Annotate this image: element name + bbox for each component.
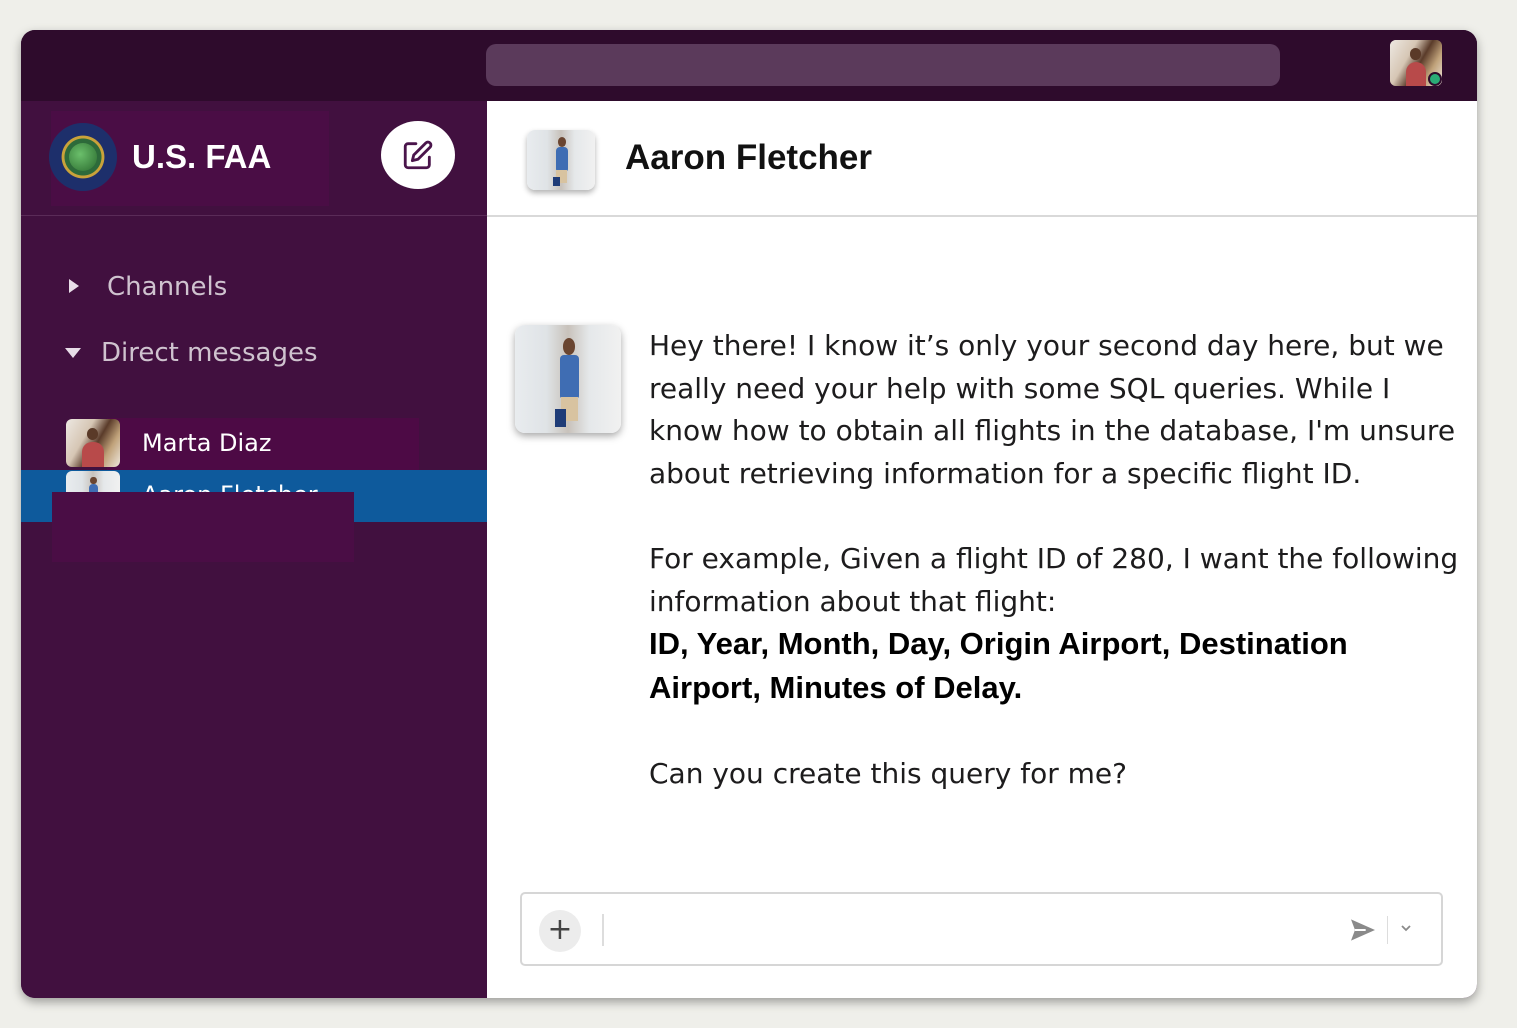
chat-pane: Aaron Fletcher Hey there! I know it’s on…: [487, 101, 1477, 998]
avatar: [66, 419, 120, 467]
compose-button[interactable]: [381, 121, 455, 189]
message-body: Hey there! I know it’s only your second …: [649, 325, 1461, 796]
message-paragraph: Hey there! I know it’s only your second …: [649, 329, 1456, 490]
sidebar: U.S. FAA Channels Direct messages Marta …: [21, 101, 487, 998]
top-bar: [21, 30, 1477, 101]
add-attachment-button[interactable]: +: [539, 910, 581, 952]
message-paragraph: Can you create this query for me?: [649, 756, 1127, 790]
caret-right-icon: [69, 279, 79, 293]
channels-label: Channels: [107, 272, 228, 302]
message-paragraph: For example, Given a flight ID of 280, I…: [649, 541, 1459, 618]
chat-header: Aaron Fletcher: [487, 101, 1477, 217]
presence-indicator: [1428, 72, 1442, 86]
message-input[interactable]: [618, 912, 1318, 948]
dm-name: Marta Diaz: [142, 429, 272, 457]
message-bold-fields: ID, Year, Month, Day, Origin Airport, De…: [649, 626, 1348, 705]
direct-messages-label: Direct messages: [101, 338, 318, 368]
compose-icon: [403, 140, 433, 170]
search-bar[interactable]: [486, 44, 1280, 86]
message-composer[interactable]: +: [520, 892, 1443, 966]
direct-messages-section[interactable]: Direct messages: [65, 335, 365, 375]
send-icon[interactable]: [1347, 914, 1379, 946]
app-window: U.S. FAA Channels Direct messages Marta …: [21, 30, 1477, 998]
chat-title[interactable]: Aaron Fletcher: [625, 138, 872, 178]
avatar[interactable]: [527, 130, 595, 190]
faa-seal-logo: [49, 123, 117, 191]
caret-down-icon: [65, 348, 81, 358]
workspace-header: U.S. FAA: [21, 101, 487, 216]
workspace-name[interactable]: U.S. FAA: [132, 138, 271, 176]
sidebar-item-marta-diaz[interactable]: Marta Diaz: [21, 418, 487, 470]
chevron-down-icon[interactable]: [1398, 920, 1414, 936]
user-avatar[interactable]: [1390, 40, 1442, 86]
channels-section[interactable]: Channels: [65, 269, 365, 309]
message-avatar[interactable]: [515, 325, 621, 433]
